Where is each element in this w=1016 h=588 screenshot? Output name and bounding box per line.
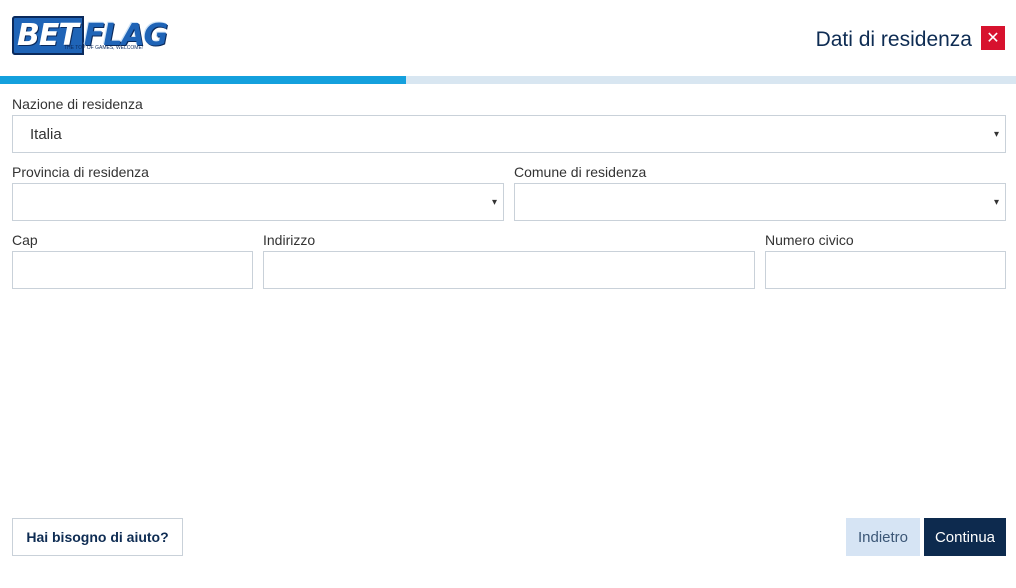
cap-label: Cap xyxy=(12,232,38,248)
numero-civico-input[interactable] xyxy=(766,252,1005,288)
chevron-down-icon: ▾ xyxy=(993,129,999,140)
chevron-down-icon: ▾ xyxy=(993,197,999,208)
indirizzo-input[interactable] xyxy=(264,252,754,288)
help-button[interactable]: Hai bisogno di aiuto? xyxy=(12,518,183,556)
nazione-select[interactable]: Italia ▾ xyxy=(12,115,1006,153)
provincia-select[interactable]: ▾ xyxy=(12,183,504,221)
progress-bar-fill xyxy=(0,76,407,84)
header: BET FLAG THE TOP OF GAMES, WELCOME! Dati … xyxy=(0,0,1016,76)
progress-bar xyxy=(0,76,1016,84)
chevron-down-icon: ▾ xyxy=(491,197,497,208)
close-icon: ✕ xyxy=(986,30,1000,47)
numero-civico-label: Numero civico xyxy=(765,232,854,248)
provincia-label: Provincia di residenza xyxy=(12,164,149,180)
betflag-logo: BET FLAG THE TOP OF GAMES, WELCOME! xyxy=(12,16,168,56)
close-button[interactable]: ✕ xyxy=(981,26,1005,50)
comune-label: Comune di residenza xyxy=(514,164,647,180)
comune-select[interactable]: ▾ xyxy=(514,183,1006,221)
back-button[interactable]: Indietro xyxy=(846,518,920,556)
cap-input[interactable] xyxy=(13,252,252,288)
logo-tagline: THE TOP OF GAMES, WELCOME! xyxy=(64,45,144,51)
indirizzo-field[interactable] xyxy=(263,251,755,289)
continue-button[interactable]: Continua xyxy=(924,518,1006,556)
cap-field[interactable] xyxy=(12,251,253,289)
page-title: Dati di residenza xyxy=(815,28,972,51)
numero-civico-field[interactable] xyxy=(765,251,1006,289)
nazione-selected-value: Italia xyxy=(30,126,62,143)
indirizzo-label: Indirizzo xyxy=(263,232,316,248)
nazione-label: Nazione di residenza xyxy=(12,96,143,112)
